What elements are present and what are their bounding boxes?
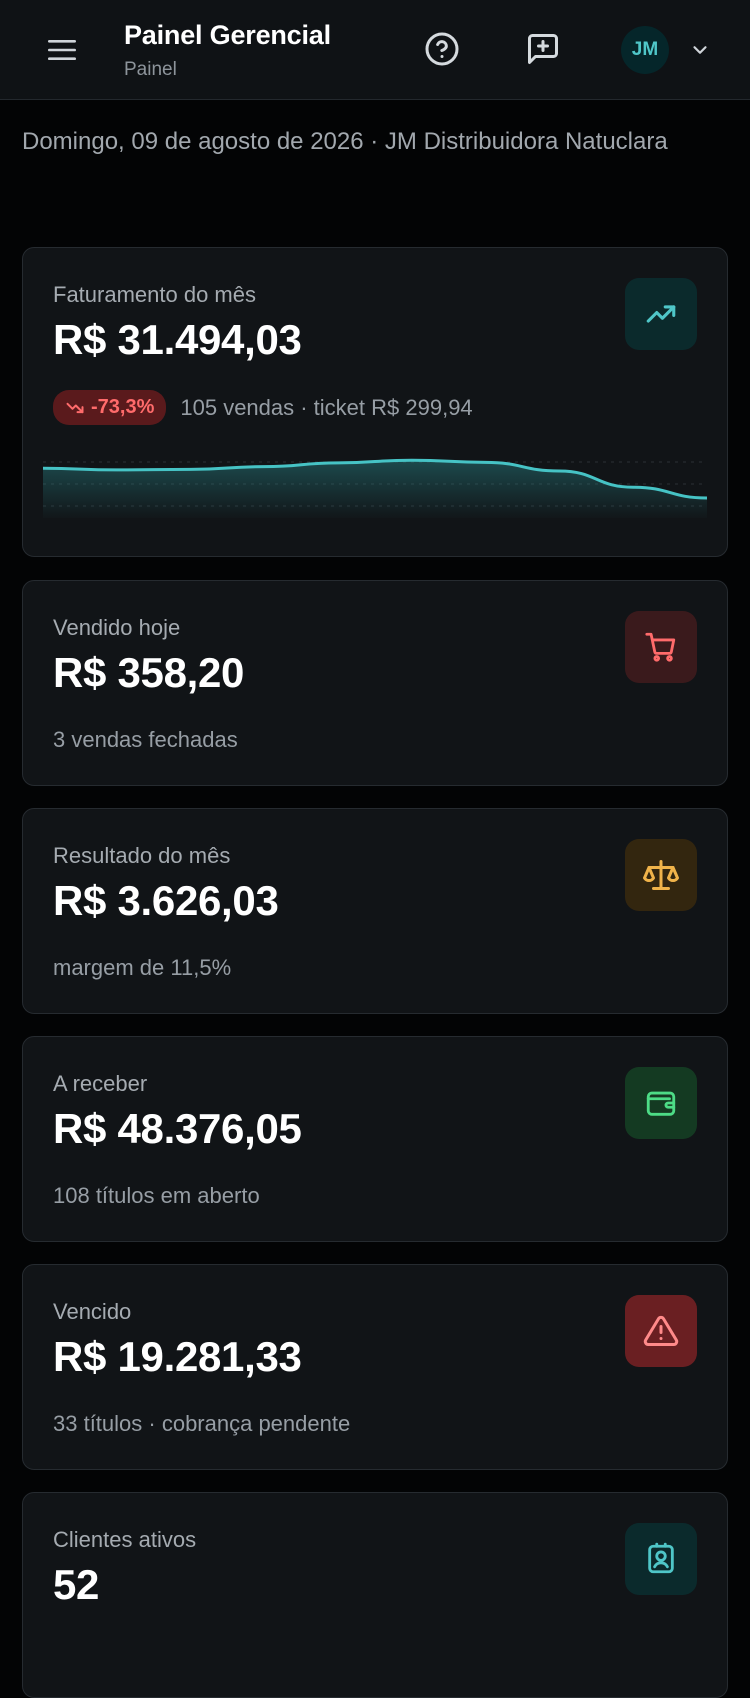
card-label: Vendido hoje [53, 615, 181, 640]
alert-triangle-icon [643, 1315, 679, 1346]
revenue-month-card[interactable]: Faturamento do mês R$ 31.494,03 -73,3% 1… [22, 247, 728, 557]
trending-down-icon [66, 402, 84, 413]
trend-percent: -73,3% [91, 396, 155, 418]
card-label: Faturamento do mês [53, 282, 256, 307]
trend-badge: -73,3% [53, 390, 167, 425]
sold-today-card[interactable]: Vendido hoje R$ 358,20 3 vendas fechadas [22, 580, 728, 786]
revenue-sparkline [43, 458, 707, 518]
card-icon-tile [625, 1295, 697, 1367]
card-icon-tile [625, 1067, 697, 1139]
active-clients-card[interactable]: Clientes ativos 52 [22, 1492, 728, 1698]
card-icon-tile [625, 611, 697, 683]
wallet-icon [646, 1091, 676, 1116]
chevron-down-icon [693, 46, 707, 54]
receivables-card[interactable]: A receber R$ 48.376,05 108 títulos em ab… [22, 1036, 728, 1242]
card-subtext: 108 títulos em aberto [53, 1183, 260, 1208]
scale-icon [643, 860, 679, 890]
help-circle-icon [425, 32, 459, 66]
card-value: R$ 48.376,05 [53, 1105, 302, 1152]
card-value: R$ 19.281,33 [53, 1333, 302, 1380]
page-title: Painel Gerencial [124, 20, 331, 50]
page-subtitle: Painel [124, 59, 177, 80]
sales-ticket-meta: 105 vendas · ticket R$ 299,94 [180, 394, 473, 420]
hamburger-menu-icon [48, 40, 76, 60]
card-label: Clientes ativos [53, 1527, 197, 1552]
card-subtext: margem de 11,5% [53, 955, 232, 980]
card-value: R$ 31.494,03 [53, 316, 302, 363]
month-result-card[interactable]: Resultado do mês R$ 3.626,03 margem de 1… [22, 808, 728, 1014]
card-value: 52 [53, 1561, 100, 1608]
card-subtext: 33 títulos · cobrança pendente [53, 1411, 351, 1436]
new-message-button[interactable] [520, 26, 566, 72]
top-app-bar: Painel Gerencial Painel JM [0, 0, 750, 100]
help-button[interactable] [419, 26, 465, 72]
card-subtext: 3 vendas fechadas [53, 727, 238, 752]
overdue-card[interactable]: Vencido R$ 19.281,33 33 títulos · cobran… [22, 1264, 728, 1470]
page-title-block: Painel Gerencial Painel [124, 20, 331, 81]
cart-icon [645, 632, 676, 662]
card-label: A receber [53, 1071, 148, 1096]
menu-button[interactable] [40, 30, 84, 70]
card-icon-tile [625, 839, 697, 911]
date-company-line: Domingo, 09 de agosto de 2026 · JM Distr… [22, 128, 668, 155]
account-menu-toggle[interactable] [686, 36, 714, 64]
contact-card-icon [648, 1542, 674, 1574]
card-value: R$ 3.626,03 [53, 877, 279, 924]
card-label: Vencido [53, 1299, 132, 1324]
user-avatar[interactable]: JM [621, 26, 669, 74]
trend-row: -73,3% 105 vendas · ticket R$ 299,94 [53, 390, 473, 425]
card-icon-tile [625, 1523, 697, 1595]
card-value: R$ 358,20 [53, 649, 245, 696]
card-icon-tile [625, 278, 697, 350]
message-plus-icon [528, 34, 558, 64]
card-label: Resultado do mês [53, 843, 231, 868]
trending-up-icon [646, 305, 676, 323]
